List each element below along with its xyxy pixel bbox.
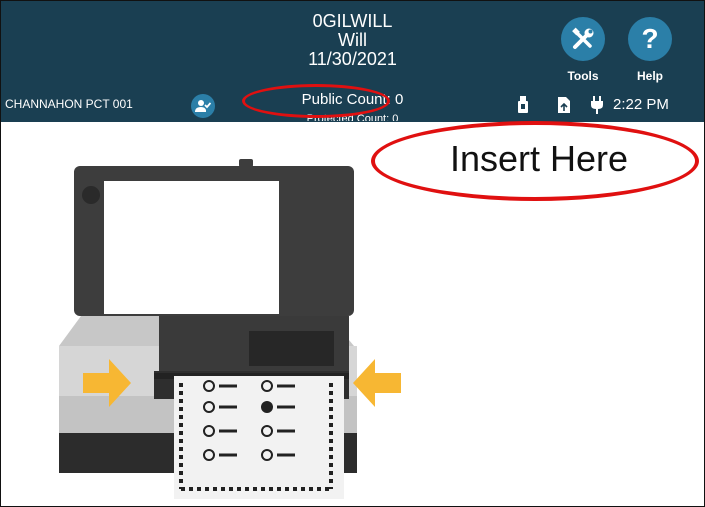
usb-icon <box>518 96 528 113</box>
tools-label: Tools <box>567 69 599 83</box>
help-icon: ? <box>641 23 659 54</box>
status-header: 0GILWILL Will 11/30/2021 CHANNAHON PCT 0… <box>1 1 704 122</box>
tools-icon <box>572 27 594 49</box>
clock-time: 2:22 PM <box>613 96 669 113</box>
scanner-illustration <box>59 159 401 499</box>
screen-frame: 0GILWILL Will 11/30/2021 CHANNAHON PCT 0… <box>0 0 705 507</box>
public-count-highlight <box>242 84 390 118</box>
insert-highlight <box>371 121 699 201</box>
tools-button[interactable] <box>561 17 605 61</box>
power-plug-icon <box>591 96 603 114</box>
help-label: Help <box>636 69 663 83</box>
report-icon <box>558 97 570 113</box>
help-button[interactable]: ? <box>628 17 672 61</box>
